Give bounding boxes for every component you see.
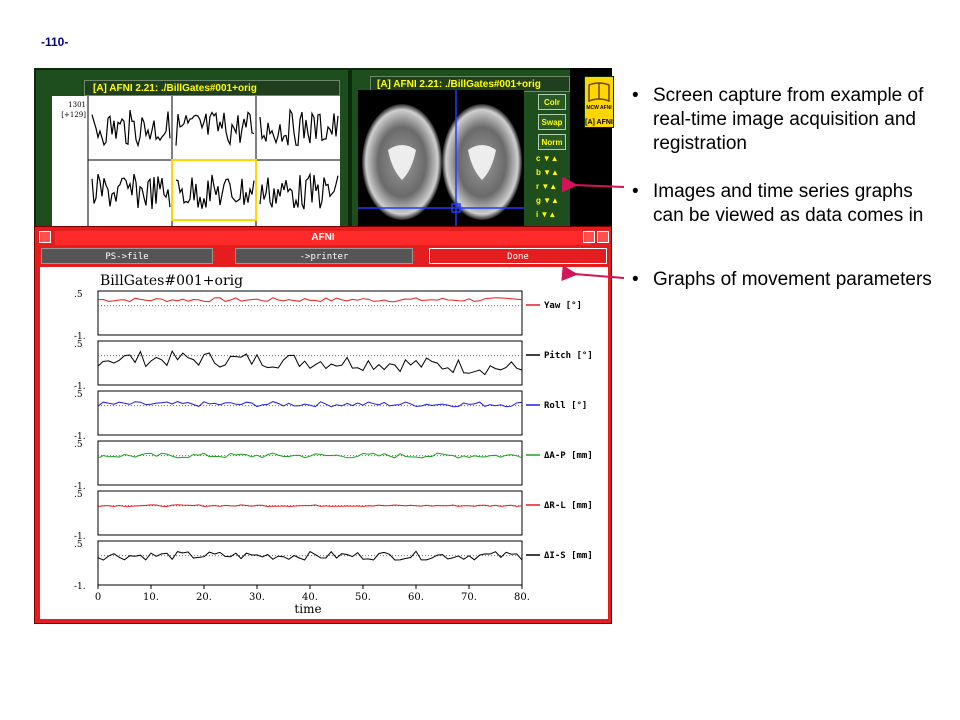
series-panel: .5 -1. ΔI-S [mm] — [74, 540, 593, 592]
y-tick-label: .5 — [74, 290, 83, 300]
x-tick-label: 10. — [143, 592, 159, 603]
x-tick-label: 30. — [249, 592, 265, 603]
series-panel: .5-1.Pitch [°] — [74, 340, 593, 392]
arrow-up-icon[interactable]: ▲ — [551, 196, 559, 205]
arrow-up-icon[interactable]: ▲ — [551, 154, 559, 163]
voxel-timeseries-trace — [259, 108, 339, 147]
r-label: r — [536, 182, 540, 191]
colr-button[interactable]: Colr — [538, 94, 566, 110]
bullet-dot-icon: • — [632, 181, 639, 202]
y-tick-label: .5 — [74, 540, 83, 550]
afni-graph-window-title: [A] AFNI 2.21: ./BillGates#001+orig — [84, 80, 340, 96]
y-tick-label: .5 — [74, 340, 83, 350]
voxel-timeseries-trace — [175, 174, 255, 209]
y-tick-label: .5 — [74, 390, 83, 400]
voxel-timeseries-trace — [91, 173, 171, 210]
brain-slices-image — [358, 90, 524, 226]
x-tick-label: 80. — [514, 592, 530, 603]
x-tick-label: 20. — [196, 592, 212, 603]
arrow-up-icon[interactable]: ▲ — [549, 182, 557, 191]
movement-parameters-chart: BillGates#001+orig .5-1.Yaw [°].5-1.Pitc… — [74, 273, 593, 616]
voxel-timeseries-trace — [175, 111, 255, 147]
c-control-row[interactable]: c ▼▲ — [536, 154, 559, 165]
panel-frame — [97, 390, 523, 436]
g-control-row[interactable]: g ▼▲ — [536, 196, 559, 207]
series-panel: .5-1.Roll [°] — [74, 390, 587, 442]
bullet-item: • Graphs of movement parameters — [632, 268, 942, 292]
legend-label: ΔR-L [mm] — [544, 501, 593, 511]
movement-plot-area: BillGates#001+orig .5 -1. Yaw [°] .5 -1. Pitc… — [40, 267, 608, 619]
legend-label: Roll [°] — [544, 401, 587, 411]
c-label: c — [536, 154, 541, 163]
logo-sub-text: [A] AFNI — [585, 119, 613, 126]
ps-file-button[interactable]: PS->file — [41, 248, 213, 264]
x-tick-label: 70. — [461, 592, 477, 603]
book-icon — [588, 82, 610, 103]
panel-frame — [97, 540, 523, 586]
series-panel: .5-1.ΔA-P [mm] — [74, 440, 593, 492]
arrow-down-icon[interactable]: ▼ — [543, 154, 551, 163]
graph-voxel-offset: [+129] — [61, 111, 86, 119]
bullet-text: Screen capture from example of real-time… — [653, 85, 924, 154]
swap-button[interactable]: Swap — [538, 114, 566, 130]
bullet-text: Images and time series graphs can be vie… — [653, 181, 924, 226]
bullet-item: • Screen capture from example of real-ti… — [632, 84, 942, 156]
afni-logo-icon: MCW AFNI [A] AFNI — [584, 76, 614, 128]
y-tick-label: -1. — [74, 582, 86, 592]
panel-frame — [97, 490, 523, 536]
b-control-row[interactable]: b ▼▲ — [536, 168, 559, 179]
y-tick-label: .5 — [74, 440, 83, 450]
timeseries-grid — [87, 96, 340, 228]
bullet-item: • Images and time series graphs can be v… — [632, 180, 942, 228]
series-line — [97, 349, 523, 376]
voxel-timeseries-trace — [259, 172, 339, 210]
x-tick-label: 60. — [408, 592, 424, 603]
printer-button[interactable]: ->printer — [235, 248, 413, 264]
afni-plot-window: AFNI PS->file ->printer Done BillGates#0… — [34, 226, 612, 624]
x-tick-label: 0 — [95, 592, 101, 603]
bullet-text: Graphs of movement parameters — [653, 269, 932, 290]
brain-image-viewer[interactable] — [358, 90, 524, 226]
bullet-dot-icon: • — [632, 85, 639, 106]
b-label: b — [536, 168, 541, 177]
graph-voxel-label: 1301 [+129] — [54, 100, 86, 120]
legend-label: ΔI-S [mm] — [544, 551, 593, 561]
logo-text: MCW AFNI — [586, 105, 612, 111]
panel-frame — [97, 340, 523, 386]
r-control-row[interactable]: r ▼▲ — [536, 182, 557, 193]
i-control-row[interactable]: i ▼▲ — [536, 210, 556, 221]
x-axis-label: time — [294, 602, 321, 616]
panel-frame — [97, 440, 523, 486]
bullet-dot-icon: • — [632, 269, 639, 290]
plot-window-title: AFNI — [55, 231, 591, 245]
minimize-icon[interactable] — [583, 231, 595, 243]
window-menu-icon[interactable] — [39, 231, 51, 243]
arrow-up-icon[interactable]: ▲ — [548, 210, 556, 219]
arrow-down-icon[interactable]: ▼ — [543, 196, 551, 205]
voxel-timeseries-trace — [91, 109, 171, 148]
timeseries-graph-panel — [52, 96, 340, 228]
legend-label: ΔA-P [mm] — [544, 451, 593, 461]
legend-label: Yaw [°] — [544, 301, 582, 311]
x-tick-label: 50. — [355, 592, 371, 603]
i-label: i — [536, 210, 539, 219]
arrow-down-icon[interactable]: ▼ — [543, 168, 551, 177]
done-button[interactable]: Done — [429, 248, 607, 264]
series-panel: .5-1.ΔR-L [mm] — [74, 490, 593, 542]
arrow-up-icon[interactable]: ▲ — [551, 168, 559, 177]
slide-number: -110- — [41, 35, 69, 49]
graph-voxel-index: 1301 — [68, 101, 86, 109]
series-panel: .5-1.Yaw [°] — [74, 290, 582, 342]
legend-label: Pitch [°] — [544, 350, 593, 361]
y-tick-label: .5 — [74, 490, 83, 500]
dataset-title: BillGates#001+orig — [100, 273, 243, 289]
series-line — [97, 297, 523, 303]
g-label: g — [536, 196, 541, 205]
panel-frame — [97, 290, 523, 336]
norm-button[interactable]: Norm — [538, 134, 566, 150]
maximize-icon[interactable] — [597, 231, 609, 243]
